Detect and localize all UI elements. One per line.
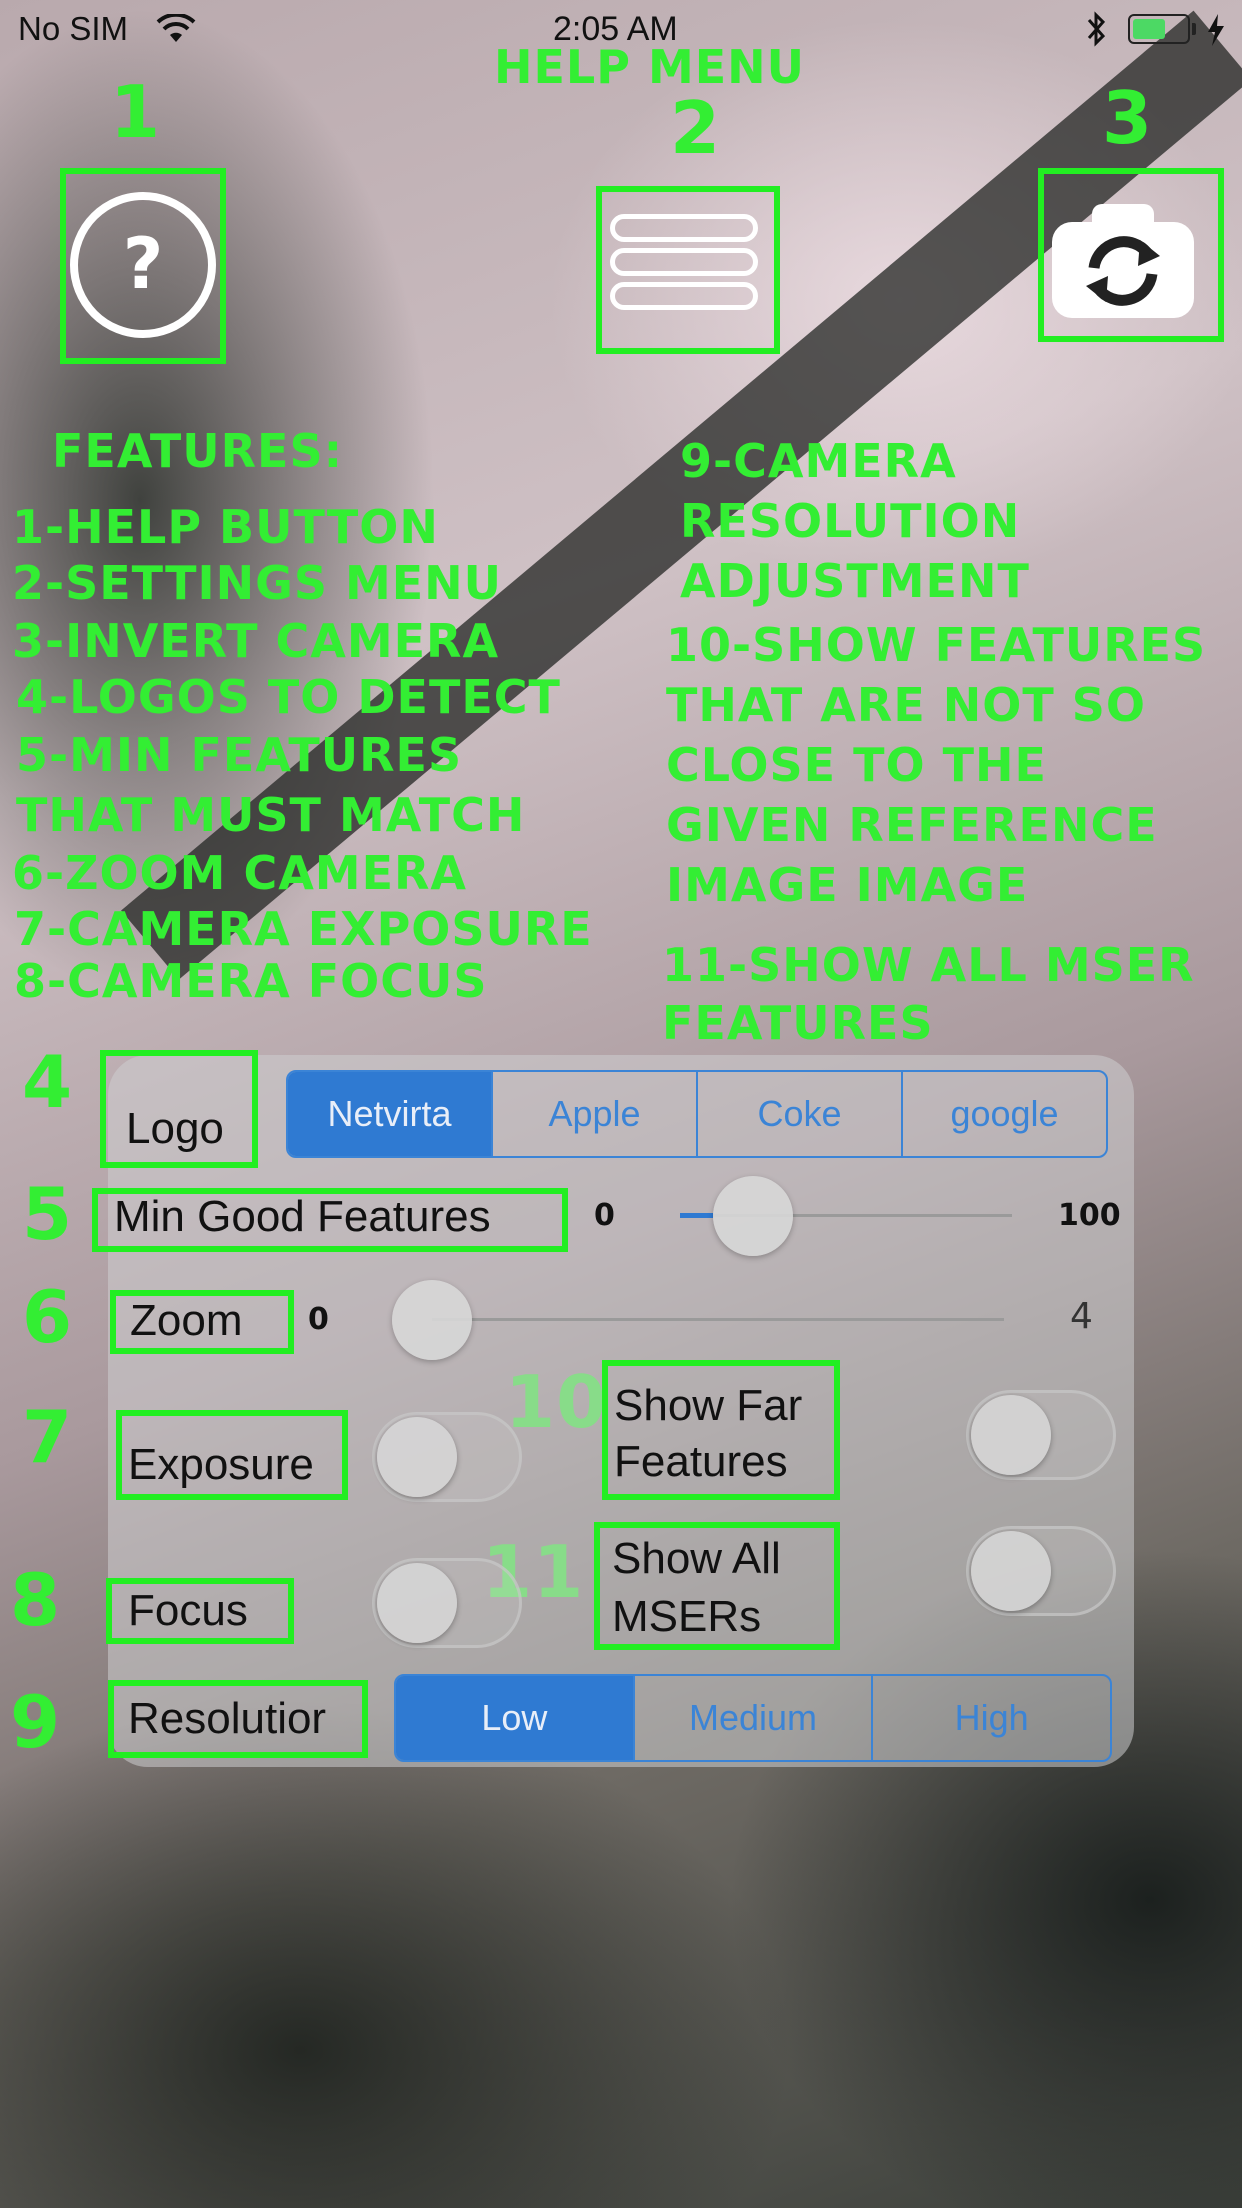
min-good-features-highlight <box>92 1188 568 1252</box>
logo-option-google[interactable]: google <box>901 1072 1106 1156</box>
feature-line: FEATURES <box>662 996 934 1050</box>
help-menu-title: HELP MENU <box>494 40 806 94</box>
feature-line: RESOLUTION <box>680 494 1021 548</box>
feature-line: CLOSE TO THE <box>666 738 1047 792</box>
feature-line: 9-CAMERA <box>680 434 957 488</box>
focus-toggle[interactable] <box>372 1558 522 1648</box>
number-5: 5 <box>22 1172 74 1256</box>
feature-line: ADJUSTMENT <box>680 554 1030 608</box>
slider-thumb[interactable] <box>392 1280 472 1360</box>
show-far-features-highlight <box>602 1360 840 1500</box>
resolution-highlight <box>108 1680 368 1758</box>
feature-line: 1-HELP BUTTON <box>12 500 439 554</box>
number-3: 3 <box>1102 76 1154 160</box>
min-good-features-max: 100 <box>1058 1198 1121 1233</box>
logo-option-netvirta[interactable]: Netvirta <box>288 1072 491 1156</box>
feature-line: THAT MUST MATCH <box>16 788 526 842</box>
feature-line: 10-SHOW FEATURES <box>666 618 1207 672</box>
feature-line: 4-LOGOS TO DETECT <box>16 670 561 724</box>
carrier-label: No SIM <box>18 10 129 47</box>
exposure-toggle[interactable] <box>372 1412 522 1502</box>
show-all-msers-highlight <box>594 1522 840 1650</box>
battery-icon <box>1128 14 1190 44</box>
show-far-features-toggle[interactable] <box>966 1390 1116 1480</box>
feature-line: 11-SHOW ALL MSER <box>662 938 1195 992</box>
feature-line: 6-ZOOM CAMERA <box>12 846 468 900</box>
slider-track <box>432 1318 1004 1321</box>
toggle-knob <box>971 1395 1051 1475</box>
charging-icon <box>1208 14 1224 46</box>
number-9: 9 <box>10 1680 62 1764</box>
resolution-segmented-control[interactable]: Low Medium High <box>394 1674 1112 1762</box>
toggle-knob <box>971 1531 1051 1611</box>
settings-menu-highlight <box>596 186 780 354</box>
resolution-option-low[interactable]: Low <box>396 1676 633 1760</box>
invert-camera-highlight <box>1038 168 1224 342</box>
logo-segmented-control[interactable]: Netvirta Apple Coke google <box>286 1070 1108 1158</box>
min-good-features-slider[interactable] <box>680 1174 1012 1258</box>
feature-line: 2-SETTINGS MENU <box>12 556 503 610</box>
zoom-min: 0 <box>308 1302 329 1337</box>
logo-highlight <box>100 1050 258 1168</box>
number-1: 1 <box>110 70 162 154</box>
resolution-option-high[interactable]: High <box>871 1676 1110 1760</box>
feature-line: 3-INVERT CAMERA <box>12 614 500 668</box>
zoom-slider[interactable] <box>392 1278 1004 1362</box>
camera-screen: No SIM 2:05 AM HELP MENU 1 2 3 4 5 6 7 8… <box>0 0 1242 2208</box>
slider-fill <box>680 1213 713 1218</box>
show-all-msers-toggle[interactable] <box>966 1526 1116 1616</box>
logo-option-apple[interactable]: Apple <box>491 1072 696 1156</box>
number-8: 8 <box>10 1558 62 1642</box>
feature-line: IMAGE IMAGE <box>666 858 1029 912</box>
focus-highlight <box>106 1578 294 1644</box>
exposure-highlight <box>116 1410 348 1500</box>
number-4: 4 <box>22 1040 74 1124</box>
number-6: 6 <box>22 1275 74 1359</box>
help-button-highlight <box>60 168 226 364</box>
slider-thumb[interactable] <box>712 1176 793 1256</box>
wifi-icon <box>156 14 196 42</box>
features-heading: FEATURES: <box>52 424 343 478</box>
feature-line: THAT ARE NOT SO <box>666 678 1146 732</box>
feature-line: 8-CAMERA FOCUS <box>14 954 488 1008</box>
feature-line: 7-CAMERA EXPOSURE <box>14 902 593 956</box>
min-good-features-min: 0 <box>594 1198 615 1233</box>
zoom-max: 4 <box>1070 1296 1093 1337</box>
battery-tip <box>1192 23 1196 35</box>
feature-line: GIVEN REFERENCE <box>666 798 1158 852</box>
number-2: 2 <box>670 86 722 170</box>
number-7: 7 <box>22 1395 74 1479</box>
feature-line: 5-MIN FEATURES <box>16 728 463 782</box>
toggle-knob <box>377 1417 457 1497</box>
toggle-knob <box>377 1563 457 1643</box>
zoom-highlight <box>110 1290 294 1354</box>
logo-option-coke[interactable]: Coke <box>696 1072 901 1156</box>
bluetooth-icon <box>1087 11 1106 47</box>
resolution-option-medium[interactable]: Medium <box>632 1676 872 1760</box>
